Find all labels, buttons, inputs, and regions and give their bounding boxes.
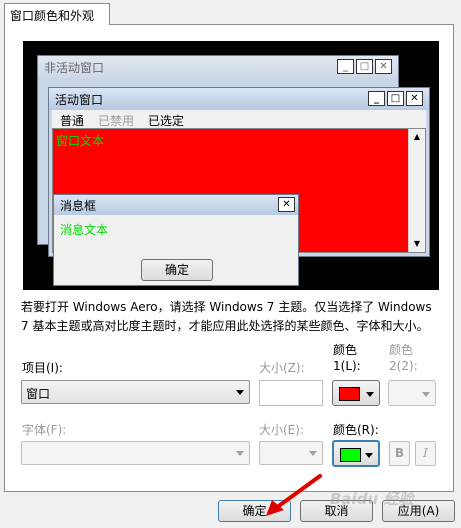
font-color-swatch [340, 448, 361, 462]
font-size-select[interactable] [259, 441, 323, 465]
inactive-window-titlebar: 非活动窗口 _ □ ✕ [38, 56, 398, 78]
chevron-down-icon [366, 392, 374, 397]
italic-button[interactable]: I [415, 441, 436, 466]
close-icon: ✕ [375, 59, 392, 74]
pointer-arrow-icon [266, 474, 322, 516]
scroll-down-icon: ▼ [413, 239, 421, 248]
size-input[interactable] [259, 380, 323, 406]
active-window-title: 活动窗口 [55, 93, 104, 107]
baidu-watermark: Baidu 经验 [330, 490, 414, 508]
color1-picker-button[interactable] [332, 380, 380, 406]
maximize-icon: □ [356, 59, 373, 74]
message-box-title: 消息框 [60, 199, 97, 213]
item-select[interactable]: 窗口 [21, 380, 250, 404]
minimize-icon: _ [368, 91, 385, 106]
chevron-down-icon [365, 453, 373, 458]
chevron-down-icon [236, 390, 244, 395]
message-box-titlebar: 消息框 ✕ [54, 195, 298, 215]
message-text: 消息文本 [60, 223, 109, 237]
font-color-picker-button[interactable] [332, 440, 380, 467]
item-label: 项目(I): [22, 361, 63, 375]
color1-label-line2: 1(L): [333, 359, 361, 373]
tab-window-color-appearance[interactable]: 窗口颜色和外观 [4, 3, 110, 25]
font-color-label: 颜色(R): [333, 423, 379, 437]
maximize-icon: □ [387, 91, 404, 106]
color1-label-line1: 颜色 [333, 343, 358, 357]
color2-label-line1: 颜色 [389, 343, 414, 357]
chevron-down-icon [236, 451, 244, 456]
preview-menubar: 普通 已禁用 已选定 [52, 110, 426, 128]
color1-swatch [339, 387, 360, 401]
minimize-icon: _ [337, 59, 354, 74]
item-select-value: 窗口 [26, 387, 51, 401]
message-box-ok-button: 确定 [141, 259, 213, 281]
close-icon: ✕ [406, 91, 423, 106]
aero-description: 若要打开 Windows Aero，请选择 Windows 7 主题。仅当选择了… [21, 300, 432, 333]
color2-label-line2: 2(2): [389, 359, 418, 373]
font-size-label: 大小(E): [259, 423, 304, 437]
chevron-down-icon [422, 392, 430, 397]
inactive-window-title: 非活动窗口 [44, 61, 105, 75]
menu-item-disabled: 已禁用 [98, 114, 135, 128]
size-label: 大小(Z): [259, 361, 305, 375]
font-select[interactable] [21, 441, 250, 465]
window-text: 窗口文本 [56, 134, 105, 148]
menu-item-normal: 普通 [60, 114, 85, 128]
close-icon: ✕ [278, 197, 295, 212]
appearance-preview: 非活动窗口 _ □ ✕ 活动窗口 _ □ ✕ 普通 已禁用 已选定 窗口文本 ▲… [23, 41, 439, 290]
active-window-titlebar: 活动窗口 _ □ ✕ [49, 88, 429, 110]
color2-picker-button[interactable] [388, 380, 436, 406]
preview-scrollbar: ▲ ▼ [408, 129, 425, 252]
bold-button[interactable]: B [389, 441, 410, 466]
scroll-up-icon: ▲ [413, 132, 421, 141]
chevron-down-icon [309, 451, 317, 456]
menu-item-selected: 已选定 [148, 114, 185, 128]
message-box: 消息框 ✕ 消息文本 确定 [53, 194, 299, 286]
font-label: 字体(F): [22, 423, 67, 437]
